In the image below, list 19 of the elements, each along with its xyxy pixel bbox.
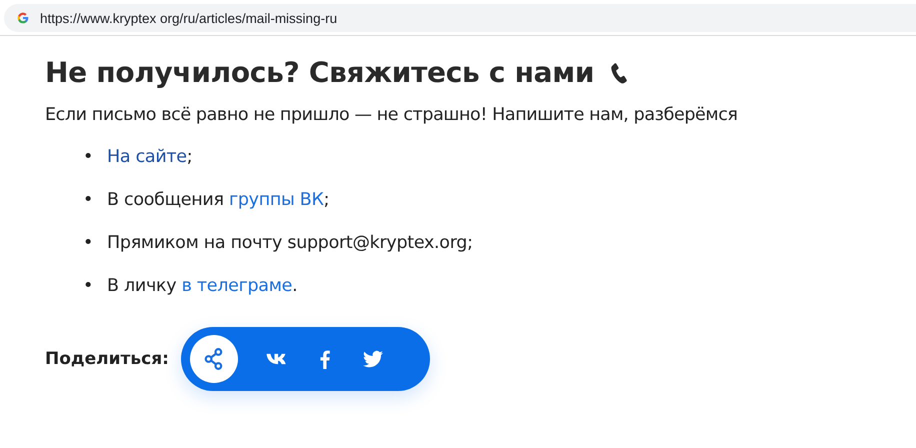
address-bar[interactable]: https://www.kryptex org/ru/articles/mail-missing-ru: [4, 4, 916, 32]
page-heading: Не получилось? Свяжитесь с нами: [45, 56, 594, 89]
bullet: •: [83, 146, 94, 168]
bullet: •: [83, 274, 94, 298]
link[interactable]: в телеграме: [182, 276, 292, 296]
intro-text: Если письмо всё равно не пришло — не страшно! Напишите нам, разберёмся: [45, 105, 739, 125]
contact-item: На сайте;: [107, 146, 192, 168]
link[interactable]: группы ВК: [228, 190, 324, 210]
bullet: •: [83, 232, 94, 254]
share-label: Поделиться:: [45, 349, 169, 369]
vk-icon: [266, 353, 288, 365]
bullet: •: [83, 188, 94, 212]
url-text: https://www.kryptex org/ru/articles/mail-missing-ru: [40, 10, 338, 26]
contact-item: Прямиком на почту support@kryptex.org;: [107, 232, 473, 254]
contact-item: В личку в телеграме.: [107, 274, 298, 298]
contact-item: В сообщения группы ВК;: [107, 188, 330, 212]
link[interactable]: На сайте: [107, 146, 187, 166]
search-engine-icon: [16, 11, 30, 25]
share-button[interactable]: [190, 335, 238, 383]
